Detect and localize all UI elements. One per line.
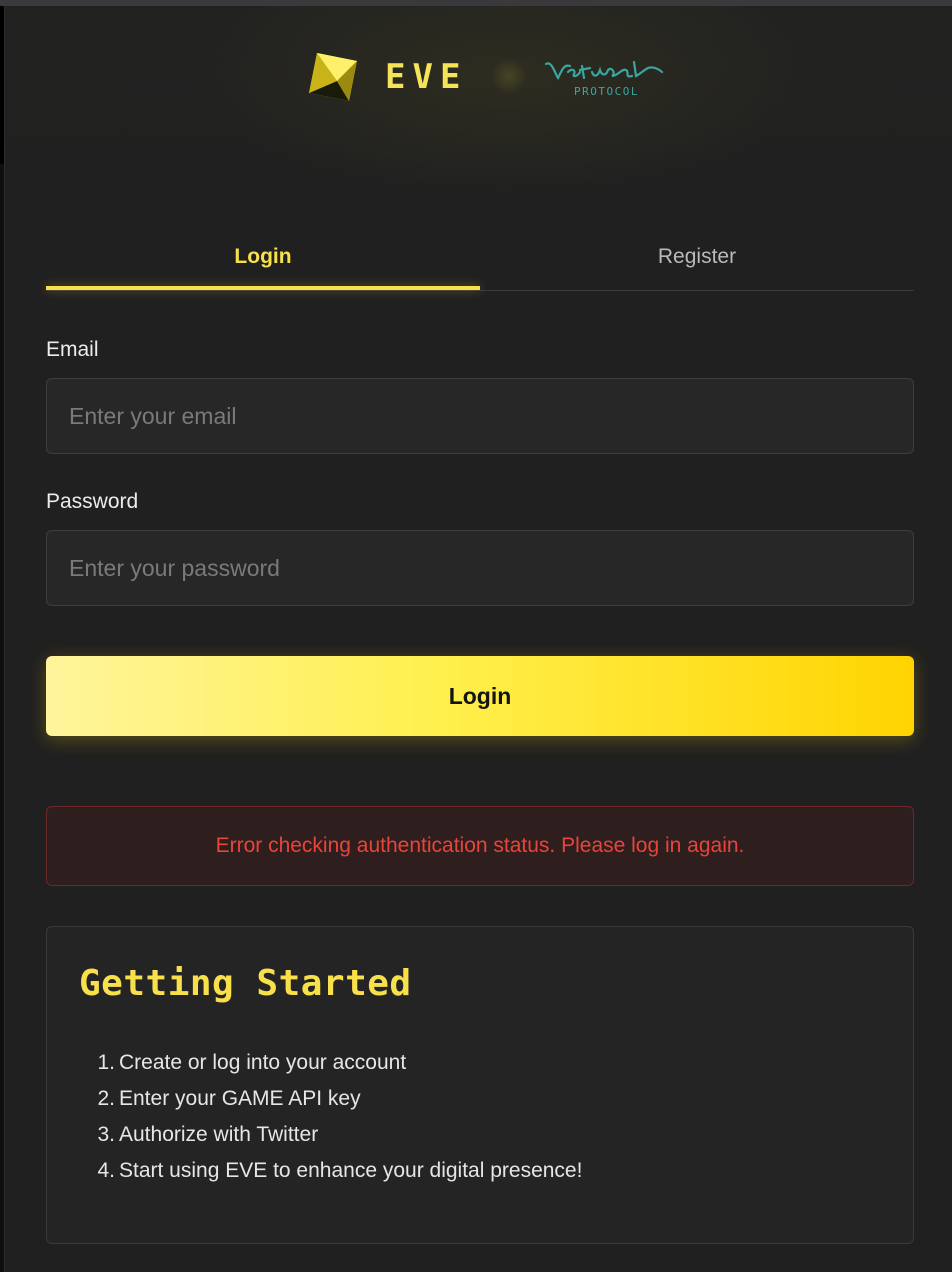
- step-item: 4. Start using EVE to enhance your digit…: [87, 1153, 867, 1189]
- step-item: 2. Enter your GAME API key: [87, 1081, 867, 1117]
- step-text: Start using EVE to enhance your digital …: [119, 1159, 583, 1182]
- window-left-notch: [0, 6, 4, 164]
- login-submit-button[interactable]: Login: [46, 656, 914, 736]
- virtual-protocol-logo: PROTOCOL: [542, 56, 664, 102]
- step-text: Create or log into your account: [119, 1051, 407, 1074]
- eve-brand-text: EVE: [385, 57, 468, 97]
- getting-started-title: Getting Started: [79, 963, 412, 1004]
- error-message: Error checking authentication status. Pl…: [215, 834, 745, 857]
- getting-started-steps: 1. Create or log into your account 2. En…: [87, 1045, 867, 1189]
- email-label: Email: [46, 338, 99, 361]
- getting-started-card: Getting Started 1. Create or log into yo…: [46, 926, 914, 1244]
- step-text: Authorize with Twitter: [119, 1123, 319, 1146]
- step-item: 1. Create or log into your account: [87, 1045, 867, 1081]
- active-tab-indicator: [46, 286, 480, 290]
- tab-divider: [46, 290, 914, 291]
- step-number: 2.: [97, 1087, 115, 1110]
- email-input[interactable]: [46, 378, 914, 454]
- password-input[interactable]: [46, 530, 914, 606]
- error-alert: Error checking authentication status. Pl…: [46, 806, 914, 886]
- tab-login[interactable]: Login: [46, 222, 480, 292]
- protocol-subtitle: PROTOCOL: [574, 85, 639, 98]
- tab-register[interactable]: Register: [480, 222, 914, 292]
- eve-logo-icon: [307, 51, 359, 103]
- step-item: 3. Authorize with Twitter: [87, 1117, 867, 1153]
- virtual-script-logo-icon: [544, 60, 664, 80]
- step-number: 3.: [97, 1123, 115, 1146]
- auth-tabs: Login Register: [46, 222, 914, 292]
- step-number: 1.: [97, 1051, 115, 1074]
- step-text: Enter your GAME API key: [119, 1087, 361, 1110]
- password-label: Password: [46, 490, 139, 513]
- auth-panel: EVE PROTOCOL Login Register Email Passwo…: [5, 6, 952, 1272]
- header-glow-dot: [491, 58, 527, 94]
- step-number: 4.: [97, 1159, 115, 1182]
